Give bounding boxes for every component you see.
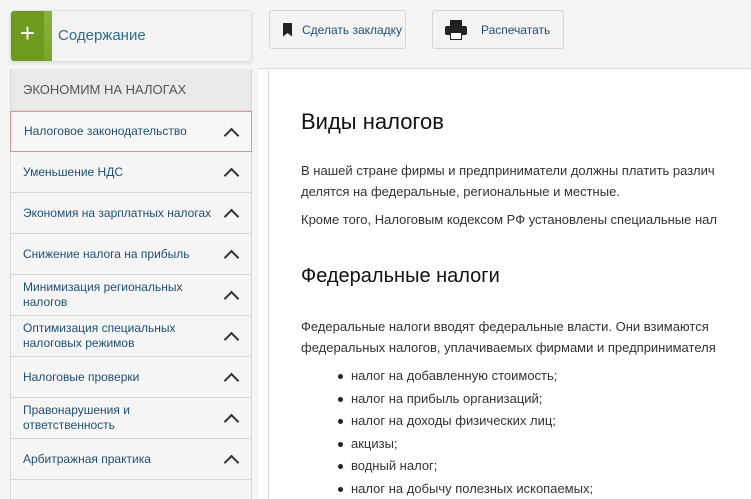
print-button[interactable]: Распечатать [432,10,564,49]
chevron-up-icon[interactable] [223,290,240,307]
article-paragraph: В нашей стране фирмы и предприниматели д… [301,160,715,202]
plus-icon: + [11,11,52,61]
list-item: налог на добычу полезных ископаемых; [301,478,593,499]
bookmark-button[interactable]: Сделать закладку [269,10,406,49]
chevron-up-icon[interactable] [223,372,240,389]
paragraph-line: делятся на федеральные, региональные и м… [301,184,620,199]
toc-header-button[interactable]: + Содержание [10,10,252,62]
sidebar-item-label: Налоговое законодательство [24,124,187,138]
paragraph-line: В нашей стране фирмы и предприниматели д… [301,163,715,178]
sidebar-item-payroll-taxes[interactable]: Экономия на зарплатных налогах [11,193,251,234]
article-paragraph: Федеральные налоги вводят федеральные вл… [301,316,716,358]
list-item: налог на доходы физических лиц; [301,410,593,433]
sidebar-section-title: ЭКОНОМИМ НА НАЛОГАХ [11,69,251,111]
sidebar-item-offenses[interactable]: Правонарушения и ответственность [11,398,251,439]
toolbar: Сделать закладку Распечатать [258,0,751,69]
sidebar-item-vat-reduction[interactable]: Уменьшение НДС [11,152,251,193]
paragraph-line: Федеральные налоги вводят федеральные вл… [301,319,709,334]
sidebar-item-label: Уменьшение НДС [23,164,123,179]
bookmark-icon [283,22,292,37]
article-paragraph: Кроме того, Налоговым кодексом РФ устано… [301,212,717,227]
sidebar-item-label: Экономия на зарплатных налогах [23,205,212,220]
chevron-up-icon[interactable] [223,249,240,266]
list-item: налог на прибыль организаций; [301,388,593,411]
chevron-up-icon[interactable] [223,167,240,184]
chevron-up-icon[interactable] [223,127,240,143]
chevron-up-icon[interactable] [223,413,240,430]
paragraph-line: федеральных налогов, уплачиваемых фирмам… [301,340,716,355]
chevron-up-icon[interactable] [223,331,240,348]
sidebar-item-label: Налоговые проверки [23,369,140,384]
article-content: Виды налогов В нашей стране фирмы и пред… [268,69,751,499]
sidebar-item-label: Снижение налога на прибыль [23,246,190,261]
sidebar-item-special-regimes[interactable]: Оптимизация специальных налоговых режимо… [11,316,251,357]
sidebar-item-tax-legislation[interactable]: Налоговое законодательство [10,111,252,152]
sidebar-item-label: Минимизация региональных налогов [23,280,183,309]
article-title: Виды налогов [301,109,444,134]
chevron-up-icon[interactable] [223,454,240,471]
list-item: налог на добавленную стоимость; [301,365,593,388]
bookmark-button-label: Сделать закладку [302,22,403,37]
list-item: акцизы; [301,433,593,456]
sidebar-item-label: Арбитражная практика [23,451,151,466]
sidebar-item-label: Оптимизация специальных налоговых режимо… [23,321,176,350]
sidebar-item-label: Правонарушения и ответственность [23,403,130,432]
sidebar-item-tax-audits[interactable]: Налоговые проверки [11,357,251,398]
sidebar-item-regional-taxes[interactable]: Минимизация региональных налогов [11,275,251,316]
toc-title: Содержание [58,27,146,44]
chevron-up-icon[interactable] [223,208,240,225]
print-button-label: Распечатать [481,22,551,37]
section-heading: Федеральные налоги [301,265,500,287]
federal-taxes-list: налог на добавленную стоимость; налог на… [301,365,593,499]
sidebar-item-profit-tax[interactable]: Снижение налога на прибыль [11,234,251,275]
printer-icon [445,19,467,40]
list-item: водный налог; [301,455,593,478]
sidebar-item-arbitration[interactable]: Арбитражная практика [11,439,251,480]
sidebar-nav: ЭКОНОМИМ НА НАЛОГАХ Налоговое законодате… [10,69,252,499]
